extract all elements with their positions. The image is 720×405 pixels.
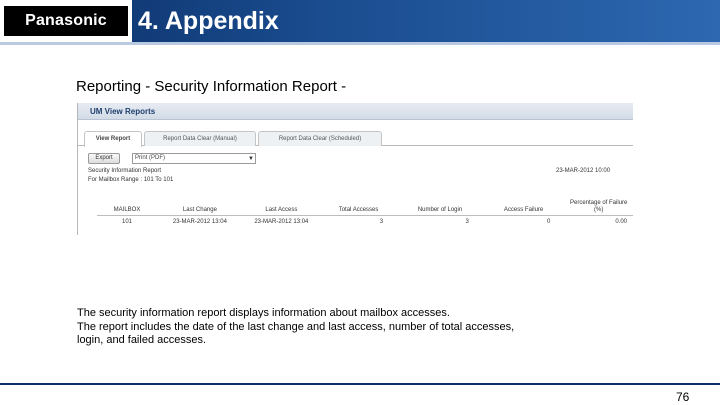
export-format-select[interactable]: Print (PDF) ▼ [132,153,256,164]
column-header: Number of Login [397,196,483,216]
table-cell: 23-MAR-2012 13:04 [254,218,309,225]
report-meta: Security Information Report For Mailbox … [78,168,633,192]
report-tabs: View Report Report Data Clear (Manual) R… [78,129,633,147]
table-header-row: MAILBOX Last Change Last Access Total Ac… [97,196,633,216]
footer-divider [0,383,720,385]
header-divider [0,42,720,45]
report-range: For Mailbox Range : 101 To 101 [88,177,174,183]
column-header: Last Access [242,196,320,216]
slide-description: The security information report displays… [77,307,514,348]
description-line: The security information report displays… [77,307,450,319]
table-row: 101 23-MAR-2012 13:04 23-MAR-2012 13:04 … [97,215,633,228]
table-cell: 23-MAR-2012 13:04 [172,218,227,225]
table-cell: 0.00 [615,218,627,225]
tab-report-data-clear-manual[interactable]: Report Data Clear (Manual) [144,131,256,146]
window-title: UM View Reports [78,103,633,120]
tab-report-data-clear-scheduled[interactable]: Report Data Clear (Scheduled) [258,131,382,146]
description-line: The report includes the date of the last… [77,320,515,333]
column-header: Access Failure [482,196,565,216]
description-line: login, and failed accesses. [77,334,207,346]
table-cell: 0 [547,218,551,225]
export-format-value: Print (PDF) [135,155,165,161]
panasonic-logo: Panasonic [4,6,128,36]
report-toolbar: Export Print (PDF) ▼ [78,151,633,168]
chevron-down-icon: ▼ [248,156,254,162]
page-number: 76 [676,390,690,404]
export-button[interactable]: Export [88,153,120,164]
column-header: Percentage of Failure (%) [564,196,633,216]
column-header: Total Accesses [319,196,398,216]
table-cell: 3 [379,218,384,225]
table-cell: 101 [122,218,133,225]
slide-section-title: 4. Appendix [138,7,279,35]
slide-heading: Reporting - Security Information Report … [76,78,347,95]
column-header: MAILBOX [97,196,158,216]
report-date: 23-MAR-2012 10:00 [556,168,611,174]
tab-view-report[interactable]: View Report [84,131,142,147]
report-title: Security Information Report [88,168,162,174]
column-header: Last Change [157,196,243,216]
logo-container: Panasonic [0,0,132,42]
table-cell: 3 [465,218,469,225]
security-report-table: MAILBOX Last Change Last Access Total Ac… [97,196,633,228]
